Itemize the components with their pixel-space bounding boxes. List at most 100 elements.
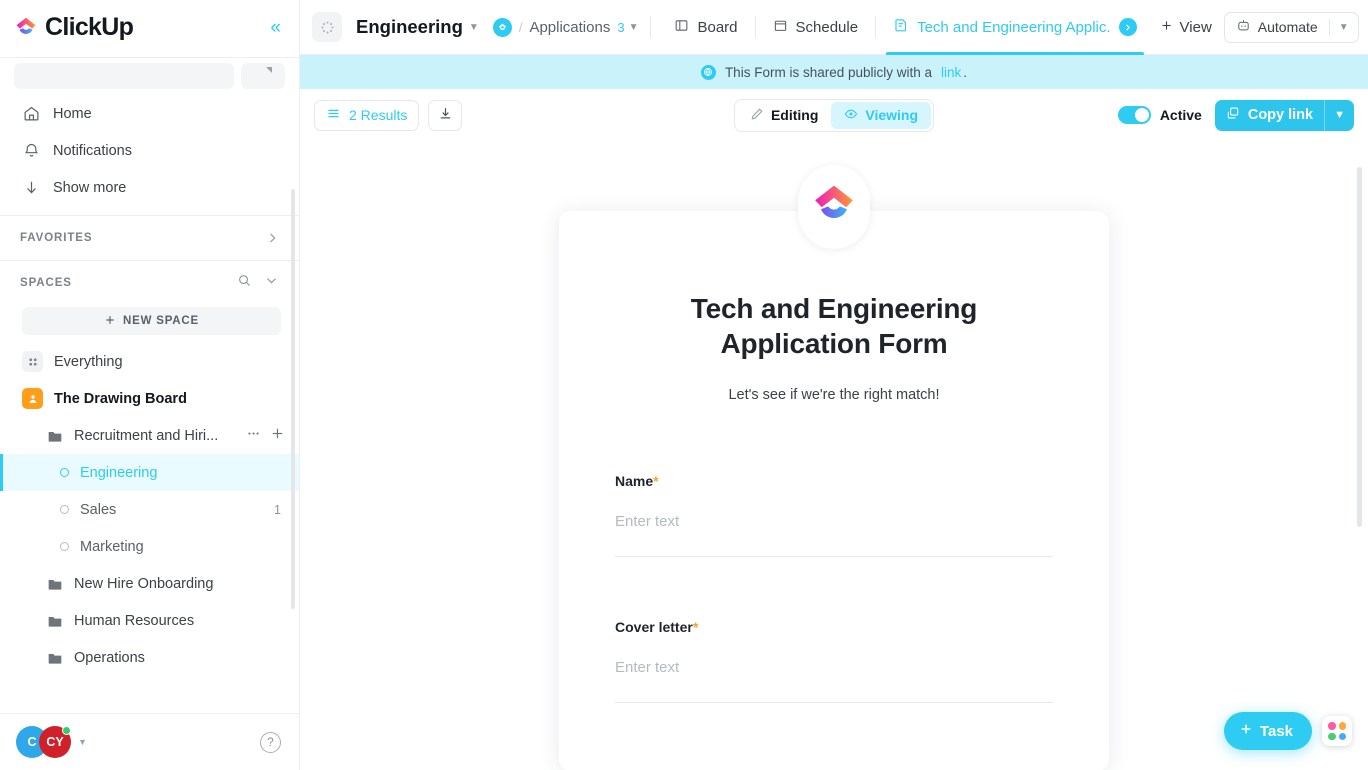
caret-down-icon[interactable]: ▼: [78, 737, 87, 747]
clickup-logo[interactable]: ClickUp: [14, 13, 134, 42]
chevron-right-icon[interactable]: [1118, 18, 1137, 36]
list-item-count: 1: [274, 502, 281, 517]
automate-button[interactable]: Automate ▼: [1223, 11, 1359, 43]
form-subtitle: Let's see if we're the right match!: [728, 387, 940, 403]
copy-icon: [1226, 106, 1240, 124]
plus-icon[interactable]: [270, 426, 285, 445]
sidebar-item-home[interactable]: Home: [0, 95, 299, 132]
search-icon[interactable]: [237, 273, 252, 293]
sidebar-item-show-more[interactable]: Show more: [0, 169, 299, 206]
floating-action-buttons: Task: [1223, 712, 1352, 750]
sidebar-section-favorites[interactable]: FAVORITES: [0, 216, 299, 260]
banner-link[interactable]: link: [941, 65, 961, 80]
sidebar-item-label: Show more: [53, 179, 127, 196]
board-icon: [674, 18, 689, 37]
sidebar-quick-action-button[interactable]: [241, 63, 285, 89]
canvas-scrollbar[interactable]: [1357, 167, 1362, 527]
sidebar-item-label: Notifications: [53, 142, 132, 159]
tab-schedule[interactable]: Schedule: [762, 0, 870, 55]
add-view-label: View: [1179, 18, 1212, 36]
ellipsis-icon[interactable]: [246, 426, 261, 445]
user-avatars[interactable]: C CY ▼: [16, 726, 87, 758]
sidebar-item-label: Home: [53, 105, 92, 122]
list-status-icon: [60, 468, 69, 477]
sidebar-folder-recruitment-and-hiring[interactable]: Recruitment and Hiri...: [0, 417, 299, 454]
banner-text: This Form is shared publicly with a: [724, 64, 933, 80]
sidebar-list-marketing[interactable]: Marketing: [0, 528, 299, 565]
results-button[interactable]: 2 Results: [314, 99, 420, 131]
viewing-mode-button[interactable]: Viewing: [831, 101, 932, 129]
tab-board[interactable]: Board: [663, 0, 748, 55]
robot-icon: [1236, 18, 1251, 36]
toggle-switch[interactable]: [1117, 106, 1151, 124]
apps-grid-icon[interactable]: [1322, 716, 1352, 746]
chevron-down-icon[interactable]: [264, 273, 279, 293]
sidebar-scroll-area: Home Notifications Show more FAVORITES S…: [0, 89, 299, 713]
sidebar-search-strip: [0, 55, 299, 89]
folder-icon: [46, 649, 64, 667]
avatar[interactable]: CY: [39, 726, 71, 758]
editing-mode-button[interactable]: Editing: [737, 102, 831, 129]
tab-label: Board: [697, 18, 738, 36]
breadcrumb-separator: /: [518, 19, 523, 35]
spaces-label: SPACES: [20, 277, 72, 289]
sidebar-folder-operations[interactable]: Operations: [0, 639, 299, 676]
active-toggle[interactable]: Active: [1117, 106, 1202, 124]
copy-link-button[interactable]: Copy link ▼: [1214, 99, 1354, 131]
pencil-icon: [750, 107, 764, 124]
sidebar-collapse-icon[interactable]: «: [270, 18, 281, 37]
caret-down-icon[interactable]: ▼: [1330, 13, 1358, 42]
topbar: Engineering ▼ / Applications 3 ▼ Board S…: [300, 0, 1368, 55]
list-label: Engineering: [80, 464, 158, 481]
sidebar-folder-new-hire-onboarding[interactable]: New Hire Onboarding: [0, 565, 299, 602]
tab-tech-and-engineering-application-form[interactable]: Tech and Engineering Applic.: [882, 0, 1147, 55]
caret-down-icon[interactable]: ▼: [1325, 100, 1354, 131]
download-button[interactable]: [428, 99, 463, 131]
tab-label: Schedule: [795, 18, 859, 36]
field-label-text: Cover letter: [615, 619, 693, 635]
banner-text-end: .: [963, 64, 968, 80]
help-icon[interactable]: ?: [260, 731, 281, 753]
clickup-app: ClickUp « Home Notifications Show more F…: [0, 0, 1368, 770]
sidebar-space-the-drawing-board[interactable]: The Drawing Board: [0, 380, 299, 417]
sidebar-folder-human-resources[interactable]: Human Resources: [0, 602, 299, 639]
list-label: Sales: [80, 501, 117, 518]
folder-label: Human Resources: [74, 612, 195, 629]
cover-letter-input[interactable]: Enter text: [615, 659, 1053, 703]
sidebar-scrollbar[interactable]: [291, 189, 295, 609]
bell-icon: [22, 142, 40, 160]
sidebar-list-engineering[interactable]: Engineering: [0, 454, 299, 491]
form-logo-badge: [798, 165, 870, 249]
folder-label: New Hire Onboarding: [74, 575, 214, 592]
search-input[interactable]: [14, 63, 234, 89]
add-view-button[interactable]: View: [1148, 19, 1224, 36]
name-input[interactable]: Enter text: [615, 513, 1053, 557]
folder-label: Recruitment and Hiri...: [74, 427, 219, 444]
folder-icon: [46, 575, 64, 593]
field-label: Name*: [615, 473, 1053, 489]
space-label: The Drawing Board: [54, 390, 187, 407]
page-title[interactable]: Engineering: [356, 16, 463, 38]
chevron-right-icon[interactable]: [265, 231, 279, 245]
globe-icon: [700, 64, 716, 80]
form-canvas: Tech and Engineering Application Form Le…: [300, 141, 1368, 770]
caret-down-icon[interactable]: ▼: [469, 22, 479, 33]
calendar-icon: [773, 18, 788, 37]
sidebar-header: ClickUp «: [0, 0, 299, 55]
sidebar-list-sales[interactable]: Sales 1: [0, 491, 299, 528]
loading-spinner-icon: [312, 12, 342, 42]
sidebar: ClickUp « Home Notifications Show more F…: [0, 0, 300, 770]
eye-icon: [844, 107, 858, 124]
sidebar-fade: [0, 687, 299, 713]
form-field-name: Name* Enter text: [615, 473, 1053, 557]
topbar-divider: [875, 16, 877, 38]
sidebar-item-notifications[interactable]: Notifications: [0, 132, 299, 169]
create-task-label: Task: [1259, 722, 1293, 740]
breadcrumb-applications[interactable]: Applications: [529, 19, 610, 36]
clickup-wordmark: ClickUp: [45, 13, 134, 41]
create-task-button[interactable]: Task: [1223, 712, 1312, 750]
sidebar-section-spaces[interactable]: SPACES: [0, 261, 299, 305]
caret-down-icon[interactable]: ▼: [629, 22, 639, 33]
sidebar-space-everything[interactable]: Everything: [0, 343, 299, 380]
new-space-button[interactable]: NEW SPACE: [22, 307, 281, 335]
